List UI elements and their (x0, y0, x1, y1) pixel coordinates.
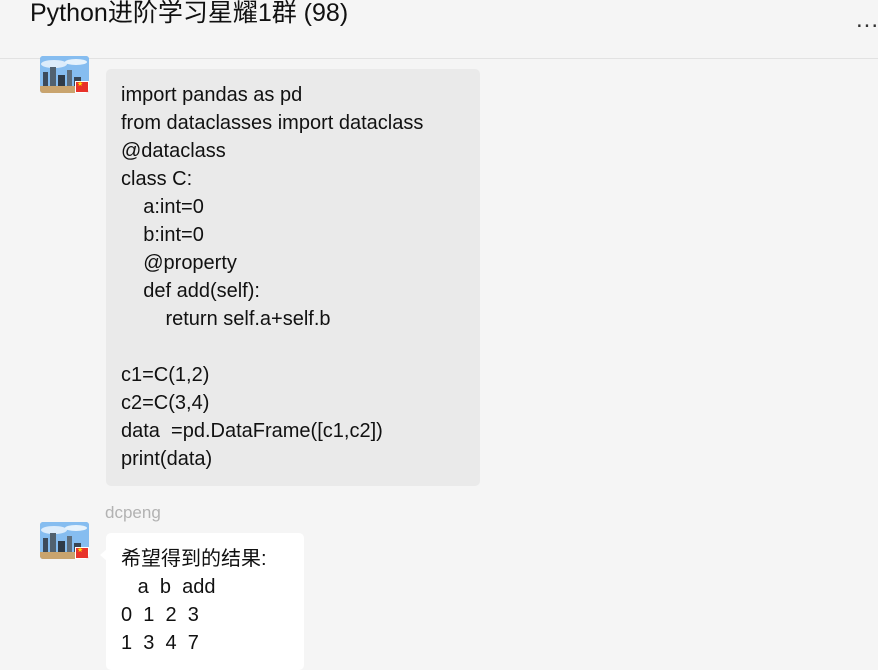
sender-name[interactable]: dcpeng (105, 503, 161, 523)
message-bubble[interactable]: 希望得到的结果: a b add 0 1 2 3 1 3 4 7 (100, 533, 304, 670)
chat-title: Python进阶学习星耀1群 (98) (30, 0, 349, 27)
avatar[interactable] (40, 56, 89, 93)
flag-icon (75, 80, 89, 93)
avatar[interactable] (40, 522, 89, 559)
flag-icon (75, 546, 89, 559)
more-dots-icon[interactable]: ... (856, 0, 878, 40)
chat-header: Python进阶学习星耀1群 (98) ... (0, 0, 878, 59)
message-bubble[interactable]: import pandas as pd from dataclasses imp… (106, 69, 480, 486)
